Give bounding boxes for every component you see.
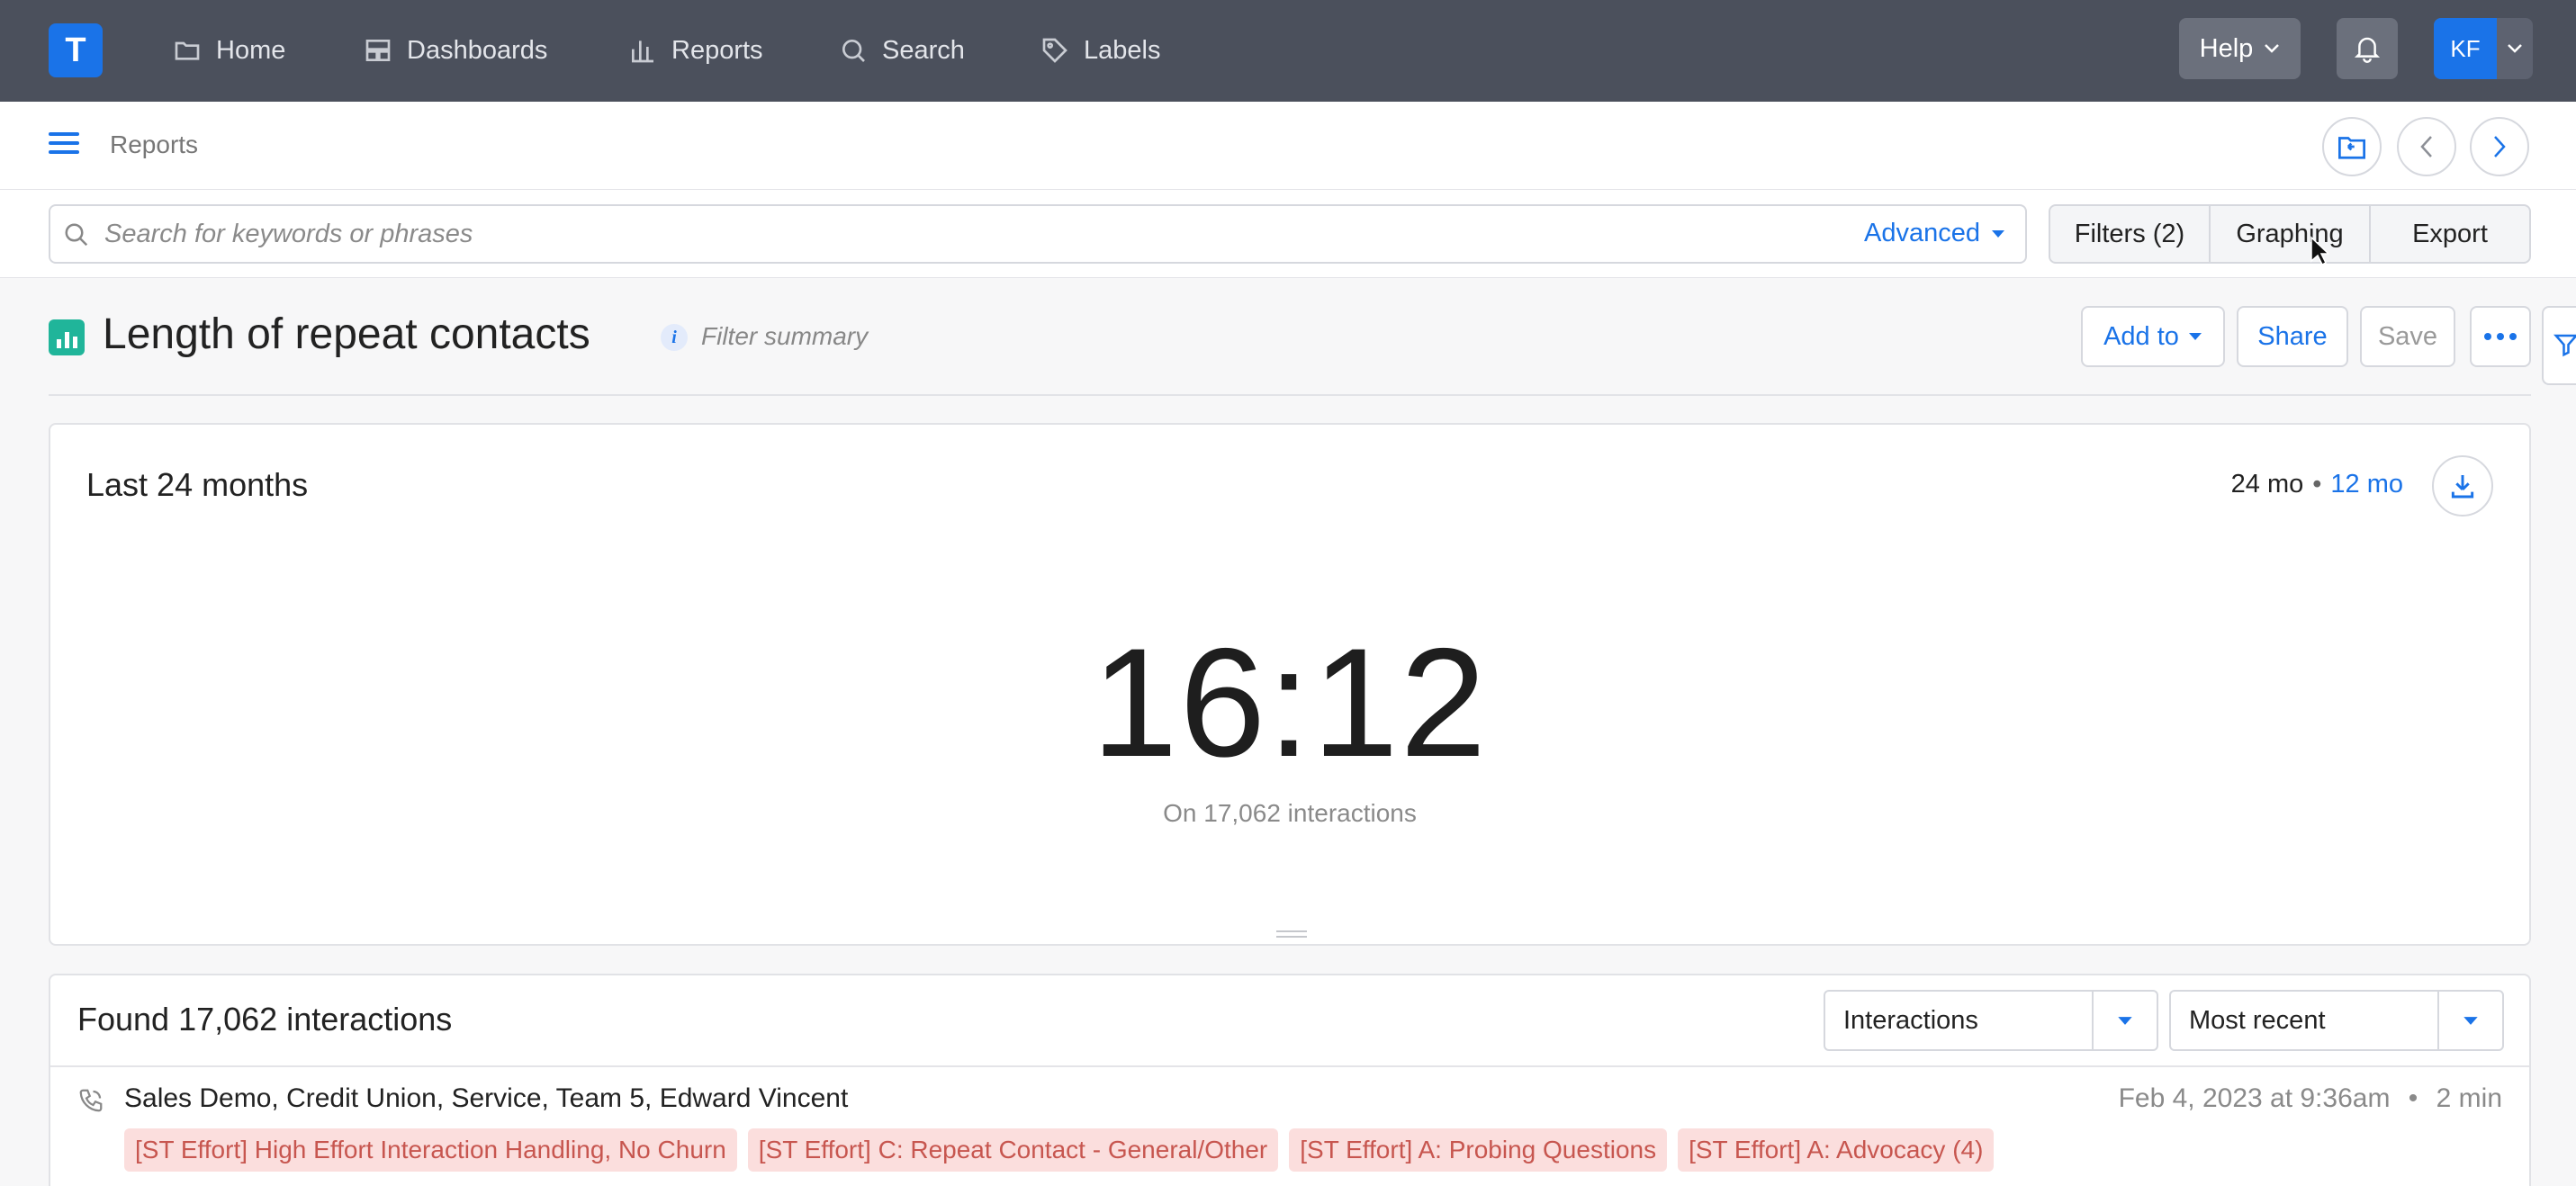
search-icon — [842, 40, 865, 62]
range-selector: 24 mo • 12 mo — [2231, 470, 2403, 499]
avatar: KF — [2434, 18, 2497, 79]
view-select-value: Interactions — [1843, 1005, 1978, 1035]
search-box: Advanced — [49, 204, 2027, 264]
previous-button[interactable] — [2397, 117, 2456, 176]
graphing-button[interactable]: Graphing — [2211, 206, 2371, 262]
title-divider — [49, 394, 2531, 396]
help-button[interactable]: Help — [2179, 18, 2301, 79]
add-to-button[interactable]: Add to — [2081, 306, 2225, 367]
download-button[interactable] — [2432, 455, 2493, 517]
nav-label: Home — [216, 35, 286, 65]
filter-icon — [2553, 334, 2576, 357]
add-to-label: Add to — [2103, 321, 2179, 351]
resize-handle[interactable] — [1276, 930, 1307, 941]
caret-down-icon — [2092, 992, 2157, 1049]
phone-icon — [79, 1089, 103, 1112]
results-heading: Found 17,062 interactions — [77, 1001, 453, 1038]
folder-return-icon — [2338, 137, 2365, 159]
view-select[interactable]: Interactions — [1824, 990, 2158, 1051]
tag-list: [ST Effort] High Effort Interaction Hand… — [124, 1128, 1995, 1172]
nav-item-dashboards[interactable]: Dashboards — [364, 30, 547, 71]
notifications-button[interactable] — [2337, 18, 2398, 79]
tag[interactable]: [ST Effort] A: Advocacy (4) — [1678, 1128, 1995, 1172]
save-button[interactable]: Save — [2360, 306, 2455, 367]
filter-summary-link[interactable]: Filter summary — [701, 322, 868, 351]
tag[interactable]: [ST Effort] A: Probing Questions — [1289, 1128, 1668, 1172]
mouse-cursor-icon — [2310, 236, 2329, 266]
filter-panel-toggle[interactable] — [2542, 306, 2576, 385]
range-12-mo[interactable]: 12 mo — [2330, 470, 2403, 499]
sort-select-value: Most recent — [2189, 1005, 2326, 1035]
interaction-title[interactable]: Sales Demo, Credit Union, Service, Team … — [124, 1083, 848, 1114]
advanced-label: Advanced — [1864, 219, 1980, 247]
tag[interactable]: [ST Effort] High Effort Interaction Hand… — [124, 1128, 737, 1172]
more-horizontal-icon — [2484, 333, 2517, 340]
folder-open-button[interactable] — [2322, 117, 2382, 176]
nav-label: Labels — [1084, 35, 1161, 65]
results-panel: Found 17,062 interactions Interactions M… — [49, 974, 2531, 1186]
report-actions-group: Filters (2) Graphing Export — [2049, 204, 2531, 264]
filters-button[interactable]: Filters (2) — [2050, 206, 2211, 262]
top-nav: T Home Dashboards Reports Search Labels … — [0, 0, 2576, 102]
dashboard-icon — [365, 40, 391, 61]
export-button[interactable]: Export — [2371, 206, 2529, 262]
search-row: Advanced Filters (2) Graphing Export — [0, 190, 2576, 278]
breadcrumb[interactable]: Reports — [110, 130, 198, 159]
metric-card: Last 24 months 24 mo • 12 mo 16:12 On 17… — [49, 423, 2531, 946]
download-icon — [2451, 475, 2474, 499]
page-title: Length of repeat contacts — [103, 310, 590, 358]
nav-item-search[interactable]: Search — [839, 30, 965, 71]
bell-icon — [2354, 37, 2381, 63]
breadcrumb-bar: Reports — [0, 102, 2576, 190]
advanced-search-toggle[interactable]: Advanced — [1864, 219, 2005, 248]
next-button[interactable] — [2470, 117, 2529, 176]
meta-separator: • — [2408, 1083, 2418, 1113]
folder-icon — [175, 41, 200, 60]
app-logo[interactable]: T — [49, 23, 103, 77]
card-title: Last 24 months — [86, 466, 309, 503]
hamburger-menu-icon[interactable] — [49, 132, 79, 157]
help-label: Help — [2199, 33, 2254, 63]
tag-icon — [1042, 38, 1067, 63]
search-icon — [65, 223, 88, 247]
divider — [50, 1065, 2529, 1067]
caret-down-icon — [1992, 229, 2004, 238]
share-button[interactable]: Share — [2237, 306, 2348, 367]
nav-label: Search — [882, 35, 965, 65]
chevron-down-icon — [2265, 44, 2280, 53]
interaction-duration: 2 min — [2436, 1083, 2502, 1113]
interaction-meta: Feb 4, 2023 at 9:36am • 2 min — [2119, 1083, 2502, 1114]
tag[interactable]: [ST Effort] C: Repeat Contact - General/… — [747, 1128, 1279, 1172]
more-options-button[interactable] — [2470, 306, 2531, 367]
metric-subtitle: On 17,062 interactions — [1163, 799, 1417, 827]
info-icon[interactable]: i — [661, 324, 688, 351]
caret-down-icon — [2188, 333, 2202, 340]
metric-value: 16:12 — [1091, 616, 1489, 789]
sort-select[interactable]: Most recent — [2169, 990, 2504, 1051]
caret-down-icon — [2437, 992, 2502, 1049]
bar-chart-icon — [632, 40, 653, 63]
range-24-mo[interactable]: 24 mo — [2231, 470, 2304, 499]
interaction-date: Feb 4, 2023 at 9:36am — [2118, 1083, 2391, 1113]
nav-label: Dashboards — [407, 35, 548, 65]
nav-item-labels[interactable]: Labels — [1040, 30, 1160, 71]
search-input[interactable] — [104, 215, 1815, 253]
chevron-left-icon — [2420, 136, 2432, 157]
report-chart-icon — [49, 319, 85, 355]
range-separator: • — [2312, 470, 2322, 499]
nav-item-reports[interactable]: Reports — [628, 30, 763, 71]
chevron-right-icon — [2494, 136, 2506, 157]
user-menu-button[interactable]: KF — [2434, 18, 2533, 79]
chevron-down-icon — [2497, 18, 2533, 79]
nav-item-home[interactable]: Home — [173, 30, 285, 71]
nav-label: Reports — [671, 35, 763, 65]
